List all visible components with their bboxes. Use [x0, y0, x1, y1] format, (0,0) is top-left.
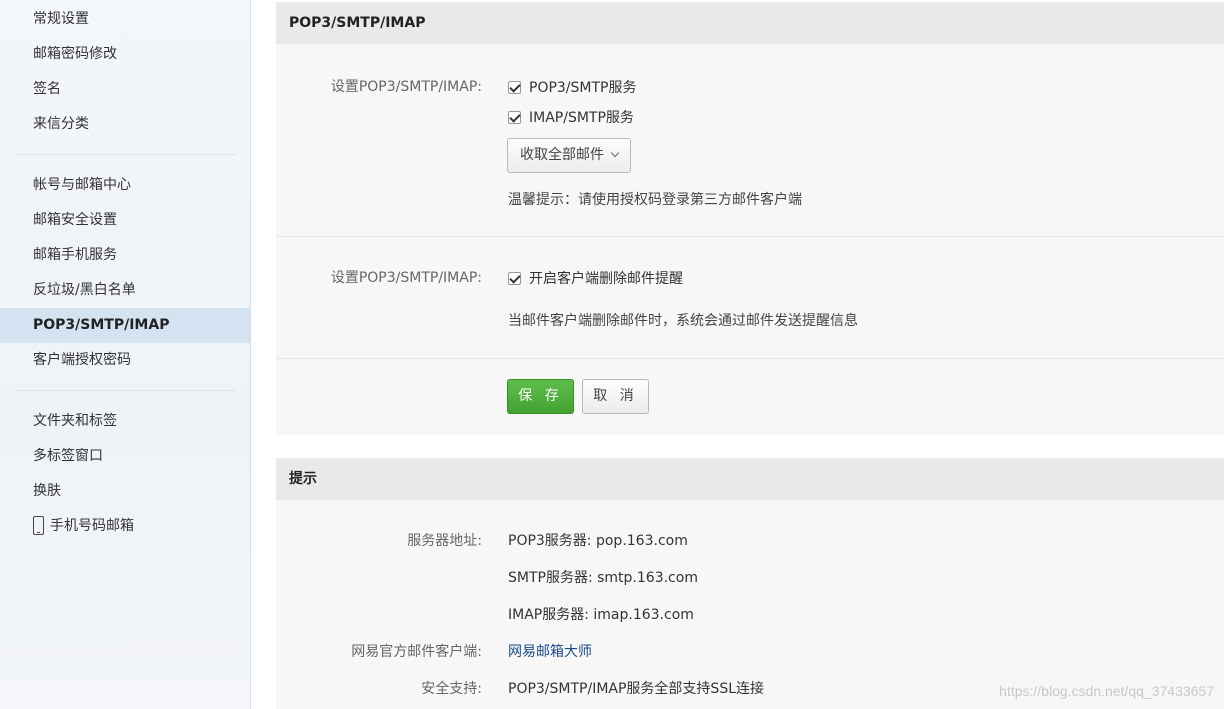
smtp-server: SMTP服务器: smtp.163.com: [508, 570, 698, 586]
divider: [276, 236, 1224, 237]
save-button[interactable]: 保 存: [507, 379, 574, 414]
hint-panel: 提示 服务器地址: POP3服务器: pop.163.com SMTP服务器: …: [276, 458, 1224, 709]
delete-alert-checkbox[interactable]: [508, 272, 521, 285]
settings-sidebar: 常规设置 邮箱密码修改 签名 来信分类 帐号与邮箱中心 邮箱安全设置 邮箱手机服…: [0, 0, 251, 709]
auth-code-tip: 温馨提示：请使用授权码登录第三方邮件客户端: [508, 192, 802, 208]
security-support-value: POP3/SMTP/IMAP服务全部支持SSL连接: [508, 681, 765, 697]
sidebar-item-antispam[interactable]: 反垃圾/黑白名单: [0, 273, 250, 308]
sidebar-item-folders-labels[interactable]: 文件夹和标签: [0, 404, 250, 439]
option-label: IMAP/SMTP服务: [529, 110, 634, 126]
official-client-link[interactable]: 网易邮箱大师: [508, 641, 592, 661]
sidebar-divider: [15, 154, 236, 155]
sidebar-item-label: 手机号码邮箱: [50, 518, 134, 534]
cancel-button[interactable]: 取 消: [582, 379, 649, 414]
imap-smtp-option[interactable]: IMAP/SMTP服务: [508, 107, 634, 127]
sidebar-item-client-auth-code[interactable]: 客户端授权密码: [0, 343, 250, 378]
option-label: 开启客户端删除邮件提醒: [529, 271, 683, 287]
divider: [276, 358, 1224, 359]
select-value: 收取全部邮件: [520, 147, 604, 163]
pop3-smtp-option[interactable]: POP3/SMTP服务: [508, 77, 637, 97]
pop3-smtp-checkbox[interactable]: [508, 81, 521, 94]
phone-icon: [33, 516, 44, 535]
sidebar-item-signature[interactable]: 签名: [0, 72, 250, 107]
sidebar-item-security[interactable]: 邮箱安全设置: [0, 203, 250, 238]
panel-title: POP3/SMTP/IMAP: [276, 2, 1224, 44]
option-label: POP3/SMTP服务: [529, 80, 637, 96]
sidebar-item-multi-tab[interactable]: 多标签窗口: [0, 439, 250, 474]
fetch-mode-select[interactable]: 收取全部邮件: [507, 138, 631, 173]
delete-alert-option[interactable]: 开启客户端删除邮件提醒: [508, 268, 683, 288]
row-label: 设置POP3/SMTP/IMAP:: [330, 79, 482, 95]
server-address-label: 服务器地址:: [407, 533, 482, 549]
sidebar-item-phone-mailbox[interactable]: 手机号码邮箱: [0, 509, 250, 544]
sidebar-item-password[interactable]: 邮箱密码修改: [0, 37, 250, 72]
row-label: 设置POP3/SMTP/IMAP:: [330, 270, 482, 286]
sidebar-divider: [15, 390, 236, 391]
sidebar-item-mail-filter[interactable]: 来信分类: [0, 107, 250, 142]
imap-smtp-checkbox[interactable]: [508, 111, 521, 124]
security-support-label: 安全支持:: [421, 681, 482, 697]
sidebar-item-account-center[interactable]: 帐号与邮箱中心: [0, 168, 250, 203]
pop3-server: POP3服务器: pop.163.com: [508, 533, 688, 549]
imap-server: IMAP服务器: imap.163.com: [508, 607, 694, 623]
official-client-label: 网易官方邮件客户端:: [351, 644, 482, 660]
sidebar-item-mobile-service[interactable]: 邮箱手机服务: [0, 238, 250, 273]
delete-alert-description: 当邮件客户端删除邮件时，系统会通过邮件发送提醒信息: [508, 313, 858, 329]
sidebar-item-general[interactable]: 常规设置: [0, 2, 250, 37]
watermark: https://blog.csdn.net/qq_37433657: [999, 683, 1214, 699]
sidebar-item-skin[interactable]: 换肤: [0, 474, 250, 509]
sidebar-item-pop3-smtp-imap[interactable]: POP3/SMTP/IMAP: [0, 308, 250, 343]
chevron-down-icon: [610, 148, 620, 158]
pop3-settings-panel: POP3/SMTP/IMAP 设置POP3/SMTP/IMAP: POP3/SM…: [276, 2, 1224, 435]
panel-title: 提示: [276, 458, 1224, 500]
main-content: POP3/SMTP/IMAP 设置POP3/SMTP/IMAP: POP3/SM…: [251, 0, 1224, 709]
